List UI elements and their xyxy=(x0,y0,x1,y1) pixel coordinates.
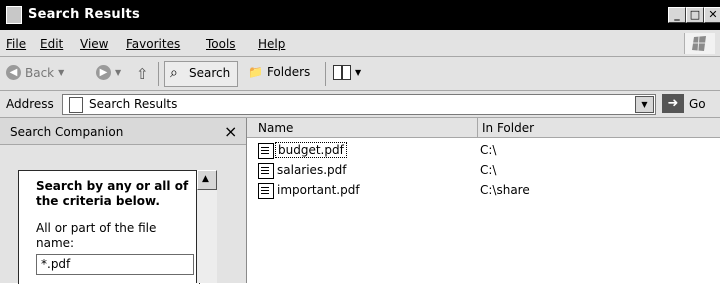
file-folder: C:\ xyxy=(480,143,497,157)
pdf-file-icon xyxy=(258,163,274,179)
file-name: salaries.pdf xyxy=(277,163,347,177)
forward-button[interactable]: ▶ ▼ xyxy=(96,65,121,80)
scroll-up-icon: ▲ xyxy=(202,174,209,184)
title-bar: Search Results _ □ ✕ xyxy=(0,0,720,30)
forward-dropdown-icon[interactable]: ▼ xyxy=(115,68,121,77)
results-list: Name In Folder budget.pdf C:\ salaries.p… xyxy=(247,118,720,283)
filename-label: All or part of the file name: xyxy=(36,221,157,250)
criteria-scrollbar[interactable]: ▲ xyxy=(196,170,217,283)
file-name: important.pdf xyxy=(277,183,360,197)
search-companion-title: Search Companion xyxy=(10,125,124,139)
search-companion-pane: Search Companion × Search by any or all … xyxy=(0,118,247,284)
back-button[interactable]: ◀ Back ▼ xyxy=(6,65,64,80)
close-button[interactable]: ✕ xyxy=(704,7,720,23)
window-icon xyxy=(6,6,22,24)
address-bar: Address Search Results ▼ ➜ Go xyxy=(0,91,720,118)
windows-logo-icon xyxy=(692,35,706,52)
scroll-up-button[interactable]: ▲ xyxy=(197,170,217,190)
folders-button[interactable]: 📁 Folders xyxy=(248,65,310,79)
minimize-button[interactable]: _ xyxy=(668,7,686,23)
filename-input[interactable]: *.pdf xyxy=(36,254,194,275)
up-folder-icon: ⇧ xyxy=(136,65,149,83)
toolbar-separator xyxy=(325,62,326,86)
file-name: budget.pdf xyxy=(275,142,347,158)
menu-favorites[interactable]: Favorites xyxy=(126,37,180,51)
windows-logo xyxy=(684,33,715,54)
back-arrow-icon: ◀ xyxy=(6,65,21,80)
file-row-salaries[interactable]: salaries.pdf C:\ xyxy=(247,160,720,180)
window-title: Search Results xyxy=(28,7,140,22)
folders-icon: 📁 xyxy=(248,65,263,79)
pdf-file-icon xyxy=(258,183,274,199)
search-results-icon xyxy=(69,97,83,113)
file-folder: C:\share xyxy=(480,183,530,197)
menu-view[interactable]: View xyxy=(80,37,108,51)
views-button[interactable]: ▼ xyxy=(333,65,361,80)
file-row-budget[interactable]: budget.pdf C:\ xyxy=(247,140,720,160)
search-icon: ⌕ xyxy=(170,65,178,81)
go-button[interactable]: Go xyxy=(689,97,706,111)
column-header-name[interactable]: Name xyxy=(247,118,478,138)
menu-file[interactable]: File xyxy=(6,37,26,51)
go-arrow-icon[interactable]: ➜ xyxy=(662,94,684,113)
menu-tools[interactable]: Tools xyxy=(206,37,236,51)
file-folder: C:\ xyxy=(480,163,497,177)
menu-bar: File Edit View Favorites Tools Help xyxy=(0,30,720,57)
menu-edit[interactable]: Edit xyxy=(40,37,63,51)
criteria-heading: Search by any or all of the criteria bel… xyxy=(36,179,189,208)
pdf-file-icon xyxy=(258,143,274,159)
toolbar: ◀ Back ▼ ▶ ▼ ⇧ ⌕ Search 📁 Folders ▼ xyxy=(0,57,720,91)
address-input[interactable]: Search Results ▼ xyxy=(62,94,656,115)
file-row-important[interactable]: important.pdf C:\share xyxy=(247,180,720,200)
menu-help[interactable]: Help xyxy=(258,37,285,51)
address-dropdown-icon[interactable]: ▼ xyxy=(635,96,654,113)
forward-arrow-icon: ▶ xyxy=(96,65,111,80)
address-label: Address xyxy=(6,97,54,111)
toolbar-separator xyxy=(158,62,159,86)
search-button[interactable]: ⌕ Search xyxy=(164,61,238,87)
maximize-button[interactable]: □ xyxy=(686,7,704,23)
up-folder-button[interactable]: ⇧ xyxy=(136,65,149,83)
column-header-in-folder[interactable]: In Folder xyxy=(478,118,720,138)
search-companion-header: Search Companion × xyxy=(0,118,246,145)
close-pane-icon[interactable]: × xyxy=(224,122,237,141)
back-dropdown-icon[interactable]: ▼ xyxy=(58,68,64,77)
views-icon xyxy=(333,65,351,80)
views-dropdown-icon: ▼ xyxy=(355,68,362,77)
